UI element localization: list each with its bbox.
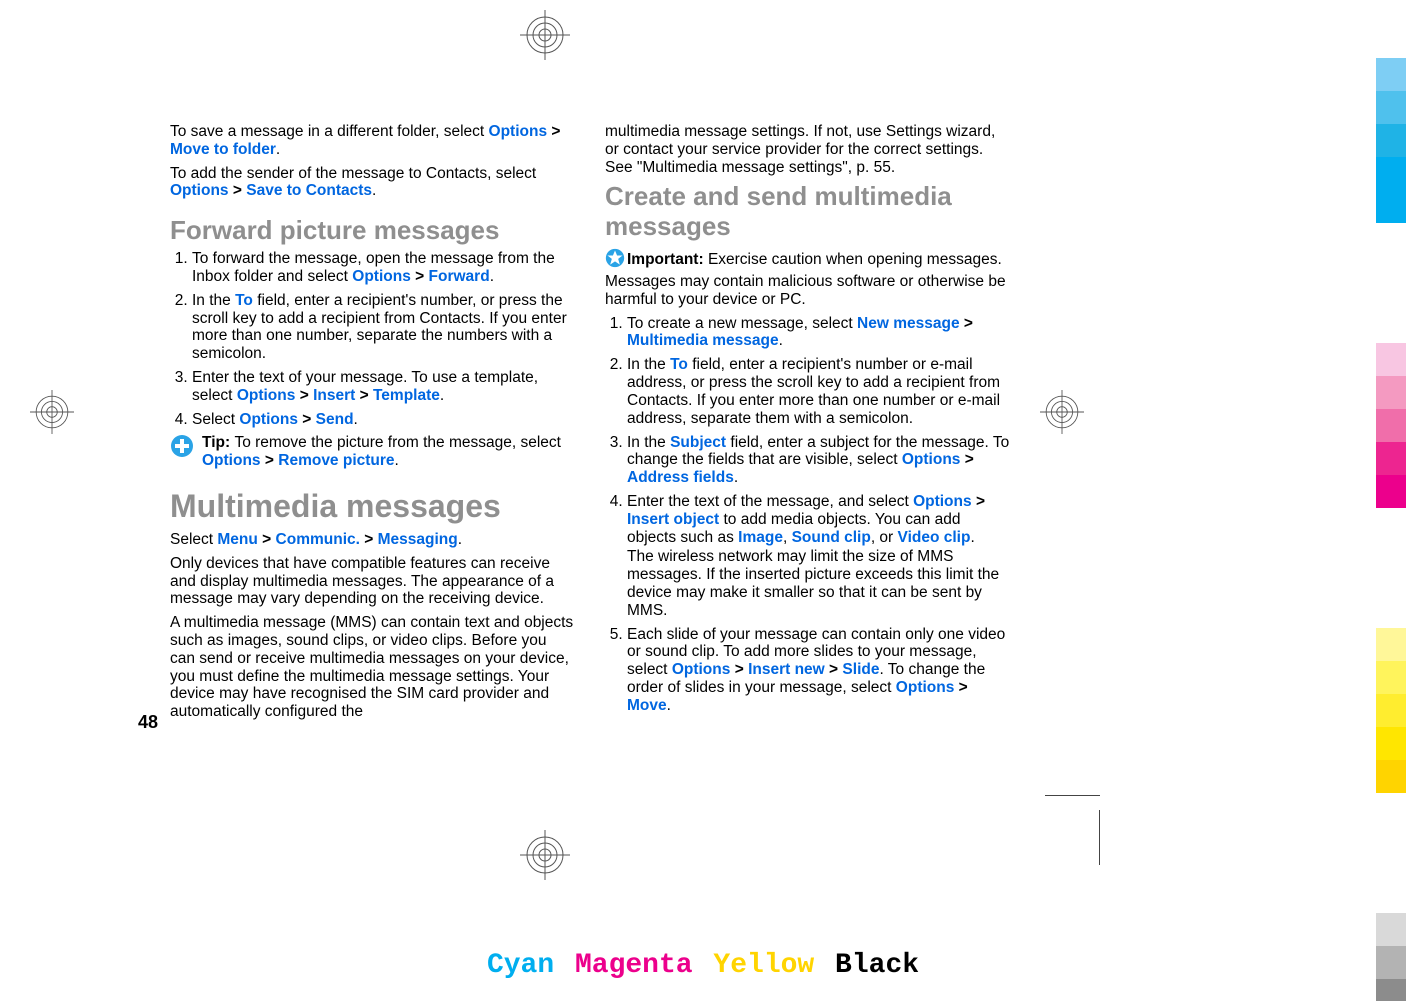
important-block: Important: Exercise caution when opening…	[605, 248, 1010, 308]
paragraph: To add the sender of the message to Cont…	[170, 165, 575, 201]
forward-steps: To forward the message, open the message…	[170, 250, 575, 428]
cmyk-footer: Cyan Magenta Yellow Black	[0, 950, 1406, 981]
list-item: In the Subject field, enter a subject fo…	[627, 434, 1010, 487]
important-star-icon	[605, 248, 625, 273]
paragraph: Only devices that have compatible featur…	[170, 555, 575, 608]
manual-page: 48 To save a message in a different fold…	[0, 0, 1406, 1001]
right-column: multimedia message settings. If not, use…	[605, 117, 1010, 727]
paragraph: A multimedia message (MMS) can contain t…	[170, 614, 575, 721]
page-number: 48	[138, 712, 158, 733]
heading-forward: Forward picture messages	[170, 216, 575, 246]
page-content: To save a message in a different folder,…	[170, 117, 1015, 727]
tip-text: Tip: To remove the picture from the mess…	[202, 434, 575, 470]
list-item: To forward the message, open the message…	[192, 250, 575, 286]
list-item: Enter the text of the message, and selec…	[627, 493, 1010, 620]
list-item: Select Options > Send.	[192, 411, 575, 429]
list-item: Each slide of your message can contain o…	[627, 626, 1010, 715]
registration-mark-icon	[520, 830, 570, 880]
list-item: In the To field, enter a recipient's num…	[192, 292, 575, 363]
registration-mark-icon	[520, 10, 570, 60]
list-item: To create a new message, select New mess…	[627, 315, 1010, 351]
tip-block: Tip: To remove the picture from the mess…	[170, 434, 575, 470]
print-color-bars	[1376, 58, 1406, 1001]
heading-create-mms: Create and send multimedia messages	[605, 182, 1010, 242]
list-item: In the To field, enter a recipient's num…	[627, 356, 1010, 427]
crop-mark-icon	[1030, 795, 1100, 865]
left-column: To save a message in a different folder,…	[170, 117, 575, 727]
heading-mms: Multimedia messages	[170, 488, 575, 525]
registration-mark-icon	[30, 390, 74, 434]
registration-mark-icon	[1040, 390, 1084, 434]
list-item: Enter the text of your message. To use a…	[192, 369, 575, 405]
paragraph: multimedia message settings. If not, use…	[605, 123, 1010, 176]
black-label: Black	[833, 950, 921, 981]
yellow-label: Yellow	[711, 950, 816, 981]
cyan-label: Cyan	[485, 950, 556, 981]
magenta-label: Magenta	[573, 950, 695, 981]
tip-plus-icon	[170, 434, 194, 458]
create-mms-steps: To create a new message, select New mess…	[605, 315, 1010, 715]
paragraph: Select Menu > Communic. > Messaging.	[170, 531, 575, 549]
paragraph: To save a message in a different folder,…	[170, 123, 575, 159]
